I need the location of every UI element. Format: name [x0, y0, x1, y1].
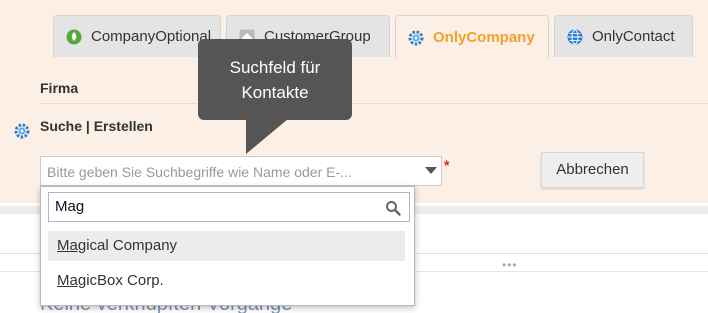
- list-item[interactable]: Magical Company: [48, 231, 405, 261]
- tab-only-contact[interactable]: OnlyContact: [554, 15, 693, 57]
- tab-label: OnlyCompany: [433, 29, 535, 46]
- tooltip: Suchfeld für Kontakte: [198, 39, 352, 120]
- item-rest: icBox Corp.: [86, 272, 164, 289]
- required-marker: *: [444, 157, 450, 173]
- item-rest: ical Company: [86, 237, 178, 254]
- tooltip-pointer: [246, 119, 288, 154]
- list-item[interactable]: MagicBox Corp.: [48, 266, 405, 296]
- tab-label: OnlyContact: [592, 28, 675, 45]
- resize-handle[interactable]: •••: [502, 258, 518, 272]
- item-match: Mag: [57, 272, 87, 289]
- divider: [40, 103, 708, 104]
- gear-icon: [408, 30, 424, 45]
- dropdown-search-input[interactable]: Mag: [48, 192, 410, 222]
- tooltip-line: Suchfeld für: [229, 58, 321, 77]
- leaf-circle-icon: [66, 29, 82, 44]
- search-value: Mag: [55, 198, 85, 215]
- globe-icon: [567, 29, 583, 44]
- chevron-down-icon[interactable]: [425, 167, 437, 174]
- field-label: Suche | Erstellen: [40, 118, 153, 134]
- tab-label: CompanyOptional: [91, 28, 212, 45]
- section-label: Firma: [40, 80, 79, 96]
- tooltip-line: Kontakte: [241, 83, 309, 102]
- company-search-combobox[interactable]: Bitte geben Sie Suchbegriffe wie Name od…: [40, 156, 442, 186]
- search-dropdown: Mag Magical Company MagicBox Corp.: [40, 186, 415, 306]
- tab-only-company[interactable]: OnlyCompany: [395, 15, 549, 59]
- gear-icon: [14, 123, 30, 139]
- search-icon[interactable]: [385, 200, 401, 216]
- item-match: Mag: [57, 237, 87, 254]
- tab-company-optional[interactable]: CompanyOptional: [53, 15, 221, 57]
- cancel-button[interactable]: Abbrechen: [541, 152, 644, 188]
